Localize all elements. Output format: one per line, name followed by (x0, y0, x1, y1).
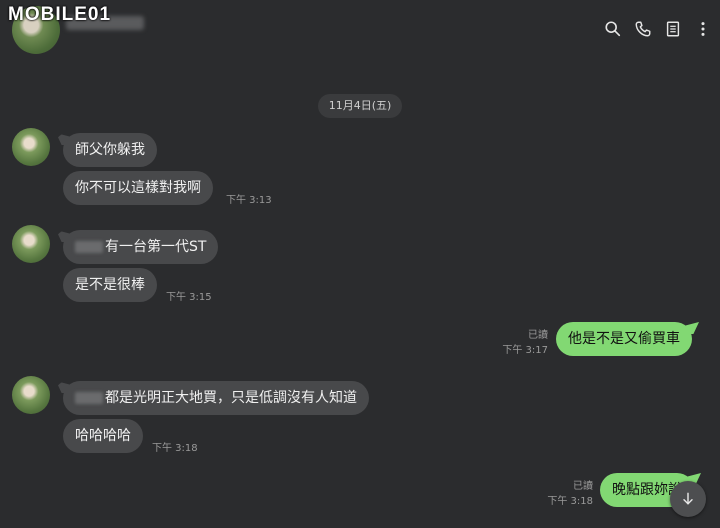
message-bubble-incoming[interactable]: 是不是很棒 (63, 268, 157, 302)
message-time: 下午 3:18 (152, 443, 198, 454)
message-text: 有一台第一代ST (105, 239, 207, 255)
message-bubble-incoming[interactable]: 師父你躲我 (63, 133, 157, 167)
date-divider: 11月4日(五) (318, 94, 402, 118)
redacted-name (75, 392, 103, 404)
read-receipt: 已讀 (573, 481, 593, 492)
watermark-logo: MOBILE01 (8, 4, 112, 25)
phone-icon[interactable] (632, 18, 654, 40)
message-time: 下午 3:17 (502, 345, 548, 356)
header-actions (602, 18, 714, 40)
message-bubble-incoming[interactable]: 有一台第一代ST (63, 230, 219, 264)
message-text: 都是光明正大地買，只是低調沒有人知道 (105, 390, 357, 406)
sender-avatar[interactable] (12, 225, 50, 263)
message-time: 下午 3:18 (547, 496, 593, 507)
message-bubble-incoming[interactable]: 你不可以這樣對我啊 (63, 171, 213, 205)
message-bubble-incoming[interactable]: 哈哈哈哈 (63, 419, 143, 453)
arrow-down-icon (683, 492, 693, 505)
message-bubble-incoming[interactable]: 都是光明正大地買，只是低調沒有人知道 (63, 381, 369, 415)
message-time: 下午 3:15 (166, 292, 212, 303)
redacted-name (75, 241, 103, 253)
notes-icon[interactable] (662, 18, 684, 40)
sender-avatar[interactable] (12, 128, 50, 166)
sender-avatar[interactable] (12, 376, 50, 414)
search-icon[interactable] (602, 18, 624, 40)
message-time: 下午 3:13 (226, 195, 272, 206)
more-icon[interactable] (692, 18, 714, 40)
read-receipt: 已讀 (528, 330, 548, 341)
scroll-to-bottom-button[interactable] (670, 481, 706, 517)
message-bubble-outgoing[interactable]: 他是不是又偷買車 (556, 322, 692, 356)
